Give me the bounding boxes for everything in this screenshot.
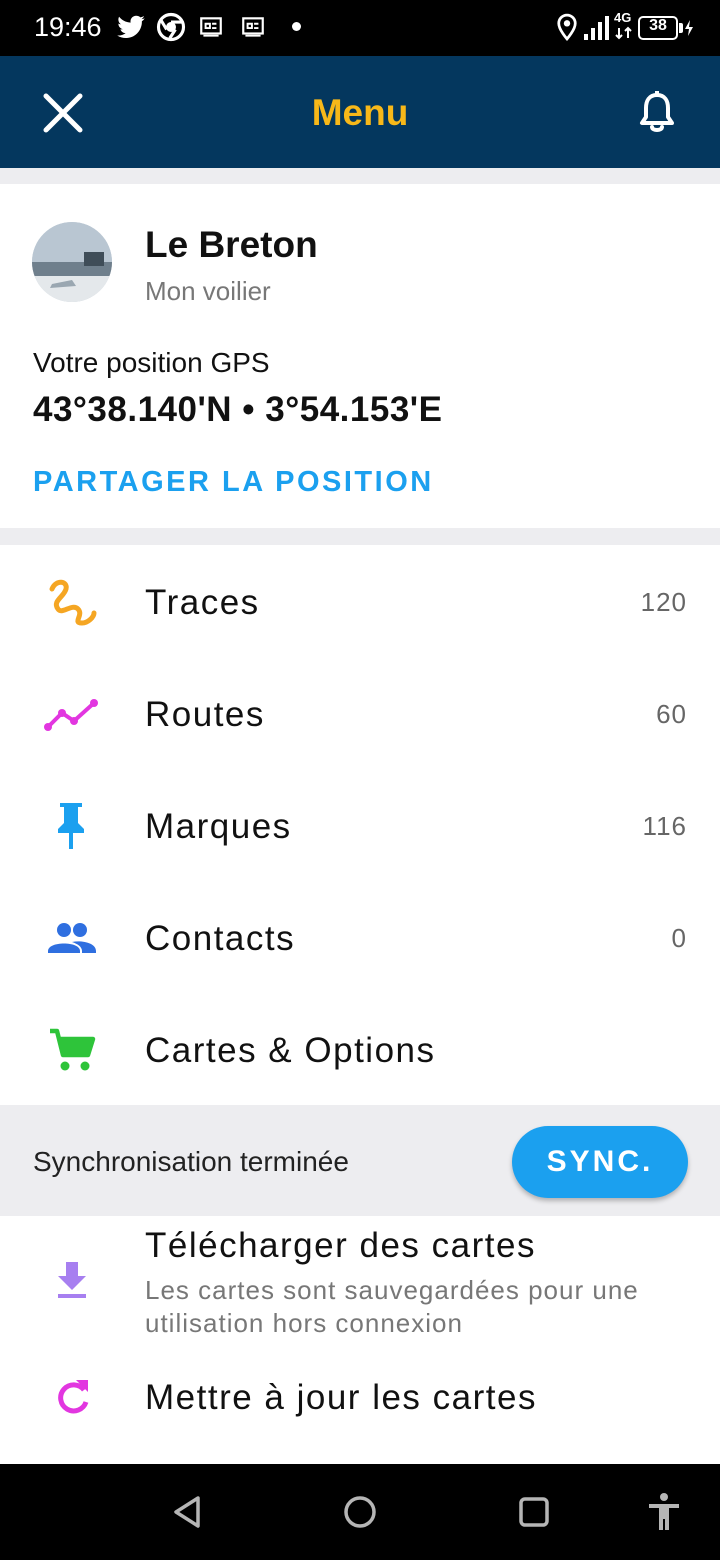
data-arrows-icon [615,26,632,40]
menu-item-cartes-options[interactable]: Cartes & Options [0,993,720,1105]
charging-icon [685,20,693,36]
page-title: Menu [311,92,409,133]
download-maps-item[interactable]: Télécharger des cartes Les cartes sont s… [0,1216,720,1348]
contacts-icon [48,923,96,953]
profile-card: Le Breton Mon voilier Votre position GPS… [0,184,720,528]
share-position-button[interactable]: PARTAGER LA POSITION [33,466,434,499]
more-notifications-dot [292,22,301,31]
gps-coordinates: 43°38.140'N • 3°54.153'E [33,390,443,429]
recents-button[interactable] [512,1490,556,1534]
network-type: 4G [614,10,632,25]
home-button[interactable] [338,1490,382,1534]
bell-icon [640,91,674,132]
accessibility-button[interactable] [642,1490,686,1534]
pin-icon [58,803,84,849]
menu-list: Traces 120 Routes 60 Marques 116 Contact… [0,545,720,1105]
refresh-icon [58,1380,89,1414]
app-bar: Menu [0,56,720,168]
boat-photo [32,222,112,302]
twitter-icon [117,15,145,38]
notification-icon [242,17,264,37]
update-maps-item[interactable]: Mettre à jour les cartes [0,1356,720,1456]
status-bar: 19:46 4G 38 [0,0,720,56]
sync-status: Synchronisation terminée [33,1146,349,1177]
download-maps-title: Télécharger des cartes [145,1226,536,1265]
recents-icon [519,1497,549,1527]
notifications-button[interactable] [630,86,684,140]
menu-item-label: Traces [145,583,260,622]
menu-item-count: 120 [640,587,687,617]
menu-item-count: 116 [642,811,687,841]
update-maps-title: Mettre à jour les cartes [145,1378,537,1417]
home-icon [344,1496,376,1528]
boat-name: Le Breton [145,224,318,265]
avatar[interactable] [32,222,112,302]
download-maps-subtitle: Les cartes sont sauvegardées pour une ut… [145,1275,639,1338]
menu-item-label: Cartes & Options [145,1031,436,1070]
battery-tip [679,23,683,33]
back-button[interactable] [166,1490,210,1534]
menu-item-count: 60 [656,699,687,729]
traces-icon [49,579,97,626]
maps-section: Télécharger des cartes Les cartes sont s… [0,1216,720,1464]
signal-icon [584,16,609,40]
menu-item-marques[interactable]: Marques 116 [0,769,720,881]
sync-button[interactable]: SYNC. [512,1126,688,1198]
back-icon [174,1496,200,1528]
menu-item-label: Routes [145,695,265,734]
sync-bar: Synchronisation terminée SYNC. [0,1106,720,1216]
gps-label: Votre position GPS [33,347,270,378]
battery-level: 38 [649,17,667,34]
boat-subtitle: Mon voilier [145,276,271,306]
menu-item-contacts[interactable]: Contacts 0 [0,881,720,993]
chrome-icon [156,12,186,42]
menu-item-routes[interactable]: Routes 60 [0,657,720,769]
accessibility-icon [649,1493,679,1530]
notification-icon [200,17,222,37]
menu-item-label: Contacts [145,919,296,958]
routes-icon [44,699,98,731]
cart-icon [50,1028,96,1071]
status-time: 19:46 [34,12,102,42]
navigation-bar [0,1464,720,1560]
menu-item-label: Marques [145,807,292,846]
download-icon [58,1262,86,1298]
menu-item-traces[interactable]: Traces 120 [0,545,720,657]
menu-item-count: 0 [671,923,687,953]
location-icon [557,13,577,41]
